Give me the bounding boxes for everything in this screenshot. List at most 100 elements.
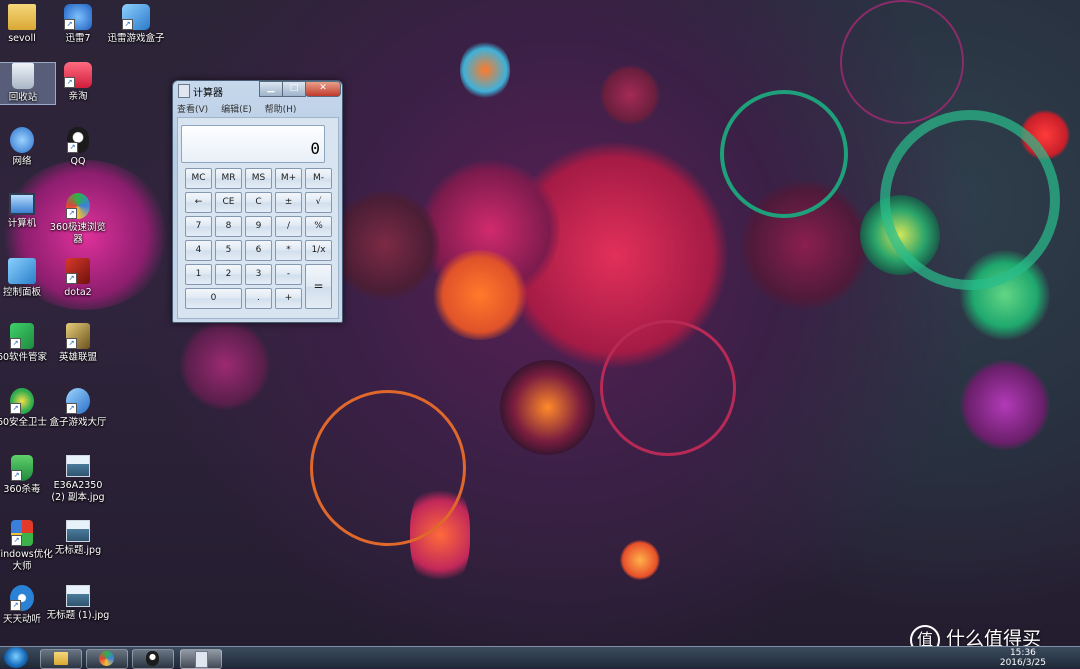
- desktop-icon-game-hall[interactable]: ↗ 盒子游戏大厅: [46, 388, 110, 429]
- maximize-button[interactable]: □: [282, 81, 306, 97]
- desktop-icon-label: 360杀毒: [3, 484, 41, 495]
- qintao-icon: ↗: [64, 62, 92, 88]
- game-box-icon: ↗: [122, 4, 150, 30]
- menu-view[interactable]: 查看(V): [177, 105, 208, 115]
- 360-browser-icon: ↗: [66, 193, 90, 219]
- taskbar-360-browser[interactable]: [86, 649, 128, 669]
- recycle-bin-icon: [12, 63, 34, 89]
- key-sqrt[interactable]: √: [305, 192, 332, 213]
- wallpaper-shape: [620, 540, 660, 580]
- desktop-icon-xunlei7[interactable]: ↗ 迅雷7: [46, 4, 110, 45]
- desktop-icon-label: 60安全卫士: [0, 417, 48, 428]
- key-decimal[interactable]: .: [245, 288, 272, 309]
- display-value: 0: [310, 139, 320, 158]
- 360-safe-icon: ↗: [10, 388, 34, 414]
- desktop-icon-image-untitled[interactable]: 无标题.jpg: [46, 520, 110, 557]
- desktop-icon-label: 控制面板: [2, 287, 41, 298]
- close-button[interactable]: ✕: [305, 81, 341, 97]
- key-ms[interactable]: MS: [245, 168, 272, 189]
- desktop-icon-label: sevoll: [8, 33, 36, 44]
- taskbar-qq[interactable]: [132, 649, 174, 669]
- control-panel-icon: [8, 258, 36, 284]
- key-0[interactable]: 0: [185, 288, 242, 309]
- desktop[interactable]: sevoll ↗ 迅雷7 ↗ 迅雷游戏盒子 回收站 ↗ 亲淘 网络 ↗ QQ 计…: [0, 0, 1080, 667]
- key-divide[interactable]: /: [275, 216, 302, 237]
- desktop-icon-qintao[interactable]: ↗ 亲淘: [46, 62, 110, 103]
- desktop-icon-360-browser[interactable]: ↗ 360极速浏览器: [46, 193, 110, 246]
- desktop-icon-label: Windows优化大师: [0, 549, 53, 572]
- key-backspace[interactable]: ←: [185, 192, 212, 213]
- key-mr[interactable]: MR: [215, 168, 242, 189]
- key-9[interactable]: 9: [245, 216, 272, 237]
- folder-icon: [8, 4, 36, 30]
- desktop-icon-label: 英雄联盟: [58, 352, 97, 363]
- windows-orb-icon[interactable]: [4, 647, 28, 668]
- key-c[interactable]: C: [245, 192, 272, 213]
- desktop-icon-label: 回收站: [8, 92, 38, 103]
- key-reciprocal[interactable]: 1/x: [305, 240, 332, 261]
- wallpaper-shape: [330, 190, 440, 300]
- desktop-icon-lol[interactable]: ↗ 英雄联盟: [46, 323, 110, 364]
- desktop-icon-label: 计算机: [7, 218, 37, 229]
- wallpaper-shape: [600, 65, 660, 125]
- key-2[interactable]: 2: [215, 264, 242, 285]
- wallpaper-shape: [180, 320, 270, 410]
- minimize-button[interactable]: ▁: [259, 81, 283, 97]
- desktop-icon-label: E36A2350 (2) 副本.jpg: [51, 480, 105, 503]
- image-file-icon: [66, 520, 90, 542]
- key-7[interactable]: 7: [185, 216, 212, 237]
- key-subtract[interactable]: -: [275, 264, 302, 285]
- wallpaper-ring: [720, 90, 848, 218]
- 360-software-icon: ↗: [10, 323, 34, 349]
- key-percent[interactable]: %: [305, 216, 332, 237]
- desktop-icon-label: QQ: [70, 156, 86, 167]
- key-5[interactable]: 5: [215, 240, 242, 261]
- key-equals[interactable]: =: [305, 264, 332, 309]
- xunlei-icon: ↗: [64, 4, 92, 30]
- key-mc[interactable]: MC: [185, 168, 212, 189]
- key-plus-minus[interactable]: ±: [275, 192, 302, 213]
- file-explorer-icon: [54, 652, 68, 665]
- key-8[interactable]: 8: [215, 216, 242, 237]
- key-1[interactable]: 1: [185, 264, 212, 285]
- computer-icon: [9, 193, 35, 215]
- image-file-icon: [66, 585, 90, 607]
- desktop-icon-label: 亲淘: [68, 91, 88, 102]
- key-m-minus[interactable]: M-: [305, 168, 332, 189]
- desktop-icon-xunlei-game-box[interactable]: ↗ 迅雷游戏盒子: [104, 4, 168, 45]
- calculator-titlebar[interactable]: 计算器 ▁ □ ✕: [173, 81, 342, 99]
- network-icon: [10, 127, 34, 153]
- taskbar-file-explorer[interactable]: [40, 649, 82, 669]
- desktop-icon-dota2[interactable]: ↗ dota2: [46, 258, 110, 299]
- ttpod-icon: ↗: [10, 585, 34, 611]
- wallpaper-shape: [500, 360, 595, 455]
- menu-help[interactable]: 帮助(H): [265, 105, 297, 115]
- desktop-icon-qq[interactable]: ↗ QQ: [46, 127, 110, 168]
- menu-bar: 查看(V) 编辑(E) 帮助(H): [177, 102, 337, 116]
- calculator-icon: [195, 651, 208, 668]
- taskbar-calculator[interactable]: [180, 649, 222, 669]
- dota2-icon: ↗: [66, 258, 90, 284]
- desktop-icon-image-e36a2350[interactable]: E36A2350 (2) 副本.jpg: [46, 455, 110, 504]
- 360-browser-icon: [99, 651, 114, 666]
- wallpaper-ring: [840, 0, 964, 124]
- key-add[interactable]: +: [275, 288, 302, 309]
- desktop-icon-label: dota2: [64, 287, 92, 298]
- calculator-icon: [178, 84, 190, 98]
- key-6[interactable]: 6: [245, 240, 272, 261]
- calculator-window[interactable]: 计算器 ▁ □ ✕ 查看(V) 编辑(E) 帮助(H) 0 MC MR MS M…: [172, 80, 343, 323]
- key-ce[interactable]: CE: [215, 192, 242, 213]
- menu-edit[interactable]: 编辑(E): [221, 105, 252, 115]
- lol-icon: ↗: [66, 323, 90, 349]
- key-3[interactable]: 3: [245, 264, 272, 285]
- key-4[interactable]: 4: [185, 240, 212, 261]
- qq-icon: ↗: [67, 127, 89, 153]
- desktop-icon-image-untitled-1[interactable]: 无标题 (1).jpg: [46, 585, 110, 622]
- game-hall-icon: ↗: [66, 388, 90, 414]
- desktop-icon-label: 天天动听: [2, 614, 41, 625]
- desktop-icon-label: 迅雷游戏盒子: [107, 33, 165, 44]
- key-multiply[interactable]: *: [275, 240, 302, 261]
- system-clock[interactable]: 15:36 2016/3/25: [1000, 648, 1046, 668]
- desktop-icon-label: 60软件管家: [0, 352, 48, 363]
- key-m-plus[interactable]: M+: [275, 168, 302, 189]
